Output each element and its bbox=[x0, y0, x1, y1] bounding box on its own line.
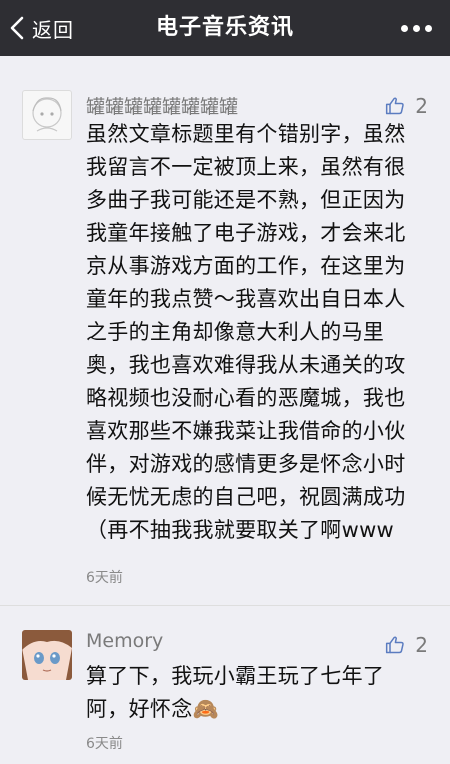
thumbs-up-icon bbox=[386, 636, 404, 654]
comment-line: 算了下，我玩小霸王玩了七年了 bbox=[86, 664, 385, 688]
comment-line: 多曲子我可能还是不熟，但正因为 bbox=[86, 188, 406, 212]
comment-line: 奥，我也喜欢难得我从未通关的攻 bbox=[86, 353, 406, 377]
comment-time: 6天前 bbox=[86, 736, 123, 752]
comment-line: 之手的主角却像意大利人的马里 bbox=[86, 320, 385, 344]
comment-line: 京从事游戏方面的工作，在这里为 bbox=[86, 254, 406, 278]
divider bbox=[0, 605, 450, 606]
comment-line: 喜欢那些不嫌我菜让我借命的小伙 bbox=[86, 419, 406, 443]
comment-line: 我童年接触了电子游戏，才会来北 bbox=[86, 221, 406, 245]
avatar[interactable] bbox=[22, 90, 72, 140]
page-title: 电子音乐资讯 bbox=[155, 15, 294, 40]
comment-line: 候无忧无虑的自己吧，祝圆满成功 bbox=[86, 485, 406, 509]
comment-nickname: Memory bbox=[86, 630, 164, 652]
comment-line: （再不抽我我就要取关了啊www bbox=[86, 518, 395, 542]
comment-text: 虽然文章标题里有个错别字，虽然 我留言不一定被顶上来，虽然有很 多曲子我可能还是… bbox=[86, 118, 426, 547]
comment-line: 伴，对游戏的感情更多是怀念小时 bbox=[86, 452, 406, 476]
nav-bar: 返回 电子音乐资讯 bbox=[0, 0, 450, 56]
more-dots-icon[interactable] bbox=[401, 0, 432, 56]
comment-time: 6天前 bbox=[86, 570, 123, 586]
like-count: 2 bbox=[415, 94, 428, 118]
comment-line: 我留言不一定被顶上来，虽然有很 bbox=[86, 155, 406, 179]
avatar[interactable] bbox=[22, 630, 72, 680]
like-count: 2 bbox=[415, 633, 428, 657]
comment-text: 算了下，我玩小霸王玩了七年了 阿，好怀念🙈 bbox=[86, 660, 426, 726]
comment-line: 阿，好怀念🙈 bbox=[86, 697, 219, 721]
comment-line: 虽然文章标题里有个错别字，虽然 bbox=[86, 122, 406, 146]
like-button[interactable]: 2 bbox=[385, 633, 428, 657]
comment-line: 略视频也没耐心看的恶魔城，我也 bbox=[86, 386, 406, 410]
comment-line: 童年的我点赞～我喜欢出自日本人 bbox=[86, 287, 406, 311]
comment-nickname: 罐罐罐罐罐罐罐罐 bbox=[86, 96, 239, 118]
thumbs-up-icon bbox=[386, 97, 404, 115]
like-button[interactable]: 2 bbox=[385, 94, 428, 118]
